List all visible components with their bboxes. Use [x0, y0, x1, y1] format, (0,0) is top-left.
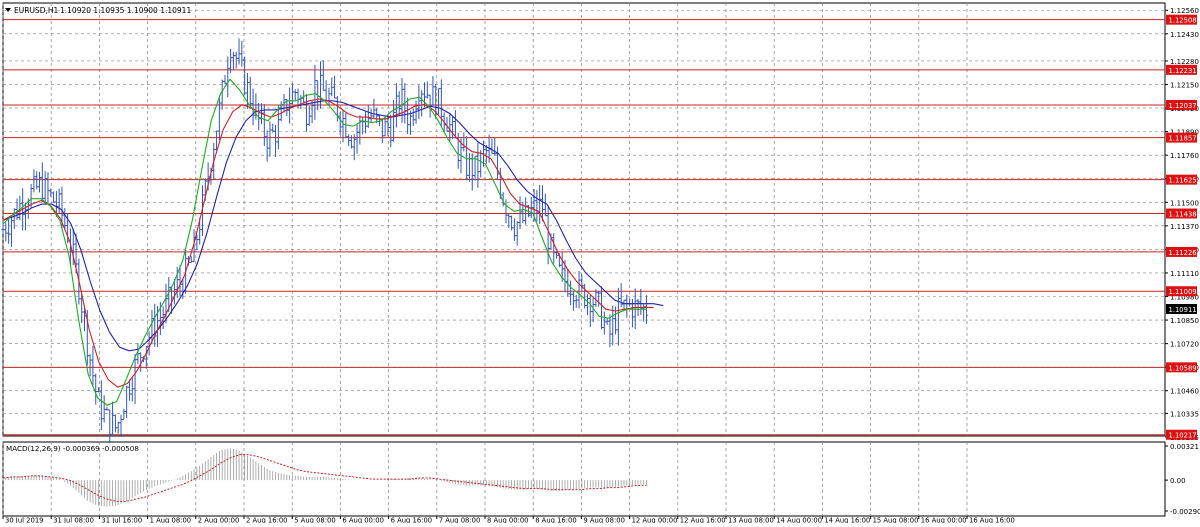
level-badge-label: 1.11226 — [1169, 249, 1197, 257]
time-tick-label: 30 Jul 2019 — [5, 517, 43, 524]
level-badge-label: 1.11625 — [1169, 177, 1197, 185]
macd-tick-label: 0.00 — [1170, 477, 1186, 485]
current-price-label: 1.10911 — [1169, 306, 1197, 314]
time-tick-label: 7 Aug 08:00 — [439, 517, 481, 524]
price-tick-label: 1.12150 — [1170, 82, 1199, 90]
level-badge-label: 1.12037 — [1169, 102, 1197, 110]
horizontal-levels — [3, 19, 1165, 436]
chart-canvas[interactable]: 1.125601.124301.122801.121501.120201.118… — [0, 0, 1200, 525]
macd-tick-label: -0.002908 — [1170, 508, 1200, 516]
time-tick-label: 9 Aug 08:00 — [583, 517, 625, 524]
macd-tick-label: 0.00321 — [1170, 443, 1199, 451]
price-tick-label: 1.11110 — [1170, 270, 1199, 278]
time-tick-label: 5 Aug 08:00 — [294, 517, 336, 524]
level-badge-label: 1.12508 — [1169, 17, 1197, 25]
level-badge-label: 1.11009 — [1169, 288, 1197, 296]
price-bars — [1, 38, 649, 444]
price-tick-label: 1.10335 — [1170, 410, 1199, 418]
moving-averages — [2, 78, 664, 406]
time-axis: 30 Jul 2019 31 Jul 08:00 31 Jul 16:00 1 Aug… — [2, 516, 1015, 525]
price-tick-label: 1.11370 — [1170, 223, 1199, 231]
grid — [2, 2, 1166, 517]
level-badge-label: 1.11438 — [1169, 211, 1197, 219]
time-tick-label: 16 Aug 00:00 — [921, 517, 967, 524]
time-tick-label: 6 Aug 00:00 — [342, 517, 384, 524]
macd-label: MACD(12,26,9) -0.000369 -0.000508 — [6, 444, 139, 453]
level-badge-label: 1.10589 — [1169, 364, 1197, 372]
chart-header: EURUSD,H1 1.10920 1.10935 1.10900 1.1091… — [5, 6, 191, 453]
time-tick-label: 31 Jul 16:00 — [101, 517, 142, 524]
price-tick-label: 1.10460 — [1170, 388, 1199, 396]
time-tick-label: 12 Aug 16:00 — [680, 517, 726, 524]
level-badge-label: 1.12231 — [1169, 67, 1197, 75]
main-panel-frame — [2, 2, 1166, 437]
time-tick-label: 13 Aug 08:00 — [728, 517, 774, 524]
time-tick-label: 8 Aug 16:00 — [535, 517, 577, 524]
time-tick-label: 16 Aug 16:00 — [969, 517, 1015, 524]
time-tick-label: 31 Jul 08:00 — [53, 517, 94, 524]
time-tick-label: 2 Aug 16:00 — [246, 517, 288, 524]
chart-window[interactable]: 1.125601.124301.122801.121501.120201.118… — [0, 0, 1200, 525]
time-tick-label: 14 Aug 00:00 — [776, 517, 822, 524]
symbol-label: EURUSD,H1 — [14, 6, 58, 15]
level-badge-label: 1.11857 — [1169, 135, 1197, 143]
time-tick-label: 14 Aug 16:00 — [824, 517, 870, 524]
time-tick-label: 15 Aug 08:00 — [873, 517, 919, 524]
price-tick-label: 1.10850 — [1170, 317, 1199, 325]
time-tick-label: 1 Aug 08:00 — [150, 517, 192, 524]
time-tick-label: 2 Aug 00:00 — [198, 517, 240, 524]
time-tick-label: 12 Aug 00:00 — [632, 517, 678, 524]
price-tick-label: 1.11760 — [1170, 152, 1199, 160]
price-tick-label: 1.12430 — [1170, 31, 1199, 39]
price-tick-label: 1.12560 — [1170, 7, 1199, 15]
price-tick-label: 1.11500 — [1170, 199, 1199, 207]
level-badge-label: 1.10217 — [1169, 432, 1197, 440]
time-tick-label: 6 Aug 16:00 — [391, 517, 433, 524]
ma-fast-line — [2, 78, 647, 406]
time-tick-label: 8 Aug 00:00 — [487, 517, 529, 524]
ohlc-values: 1.10920 1.10935 1.10900 1.10911 — [60, 6, 191, 15]
price-tick-label: 1.10720 — [1170, 341, 1199, 349]
price-tick-label: 1.12280 — [1170, 58, 1199, 66]
